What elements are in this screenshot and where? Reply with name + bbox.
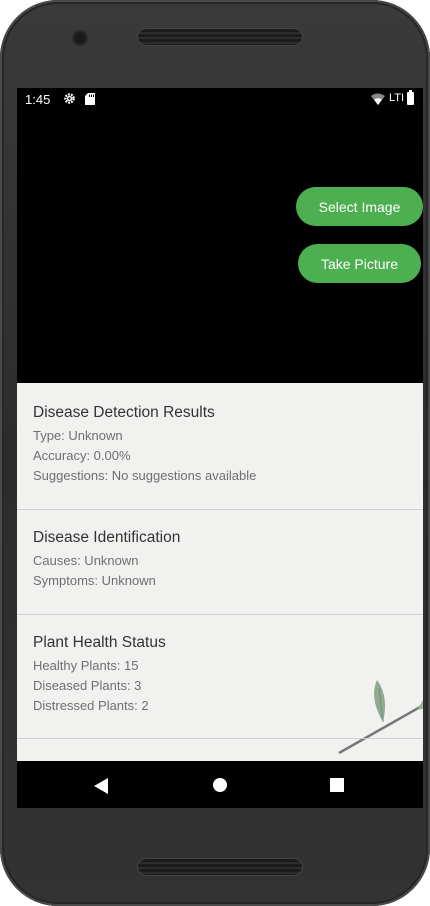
bottom-speaker <box>138 859 302 875</box>
earpiece-speaker <box>138 29 302 45</box>
network-type: LTI <box>389 92 405 104</box>
detection-accuracy: Accuracy: 0.00% <box>33 448 131 463</box>
diseased-plants: Diseased Plants: 3 <box>33 678 142 693</box>
disease-identification-card: Disease Identification Causes: Unknown S… <box>17 510 423 615</box>
disease-causes: Causes: Unknown <box>33 553 139 568</box>
take-picture-button[interactable]: Take Picture <box>298 244 421 283</box>
plant-health-card: Plant Health Status Healthy Plants: 15 D… <box>17 615 423 739</box>
detection-results-title: Disease Detection Results <box>33 404 215 421</box>
results-panel: Disease Detection Results Type: Unknown … <box>17 383 423 761</box>
status-bar: 1:45 LTI <box>17 88 423 110</box>
sd-card-icon <box>85 93 95 105</box>
gear-icon <box>64 93 75 104</box>
wifi-icon <box>371 93 385 105</box>
detection-results-card: Disease Detection Results Type: Unknown … <box>17 383 423 510</box>
screen: 1:45 LTI Select Image Take Picture Disea… <box>17 88 423 808</box>
back-icon[interactable] <box>94 778 108 794</box>
disease-identification-title: Disease Identification <box>33 529 181 546</box>
battery-icon <box>407 90 414 105</box>
disease-symptoms: Symptoms: Unknown <box>33 573 156 588</box>
front-camera <box>74 32 86 44</box>
detection-type: Type: Unknown <box>33 428 123 443</box>
distressed-plants: Distressed Plants: 2 <box>33 698 149 713</box>
select-image-button[interactable]: Select Image <box>296 187 423 226</box>
navigation-bar <box>17 761 423 808</box>
status-time: 1:45 <box>25 92 51 107</box>
home-icon[interactable] <box>213 778 227 792</box>
recent-apps-icon[interactable] <box>330 778 344 792</box>
plant-health-title: Plant Health Status <box>33 634 166 651</box>
detection-suggestions: Suggestions: No suggestions available <box>33 468 257 483</box>
healthy-plants: Healthy Plants: 15 <box>33 658 139 673</box>
phone-frame: 1:45 LTI Select Image Take Picture Disea… <box>0 0 430 906</box>
